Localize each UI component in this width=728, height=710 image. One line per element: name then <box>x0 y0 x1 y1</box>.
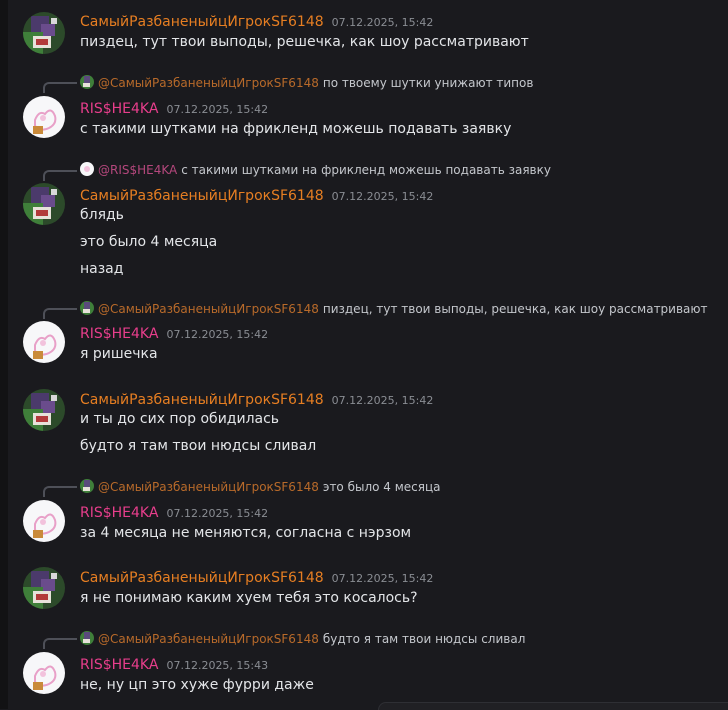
author-name[interactable]: СамыйРазбаненыйцИгрокSF6148 <box>80 392 324 408</box>
timestamp: 07.12.2025, 15:42 <box>331 394 434 407</box>
avatar[interactable] <box>23 652 65 694</box>
message-text: с такими шутками на фрикленд можешь пода… <box>80 121 512 137</box>
message-text: я ришечка <box>80 346 158 362</box>
message-header: СамыйРазбаненыйцИгрокSF6148 07.12.2025, 1… <box>80 185 433 205</box>
timestamp: 07.12.2025, 15:42 <box>166 507 269 520</box>
message-text: назад <box>80 261 124 277</box>
author-name[interactable]: СамыйРазбаненыйцИгрокSF6148 <box>80 570 324 586</box>
reply-avatar <box>80 479 94 493</box>
reply-text: будто я там твои нюдсы сливал <box>322 632 526 646</box>
reply-reference[interactable]: @СамыйРазбаненыйцИгрокSF6148 по твоему шу… <box>80 75 533 91</box>
timestamp: 07.12.2025, 15:42 <box>331 572 434 585</box>
author-name[interactable]: RIS$HE4KA <box>80 101 158 117</box>
message-header: СамыйРазбаненыйцИгрокSF6148 07.12.2025, 1… <box>80 389 433 409</box>
reply-mention[interactable]: @RIS$HE4KA <box>98 163 177 177</box>
author-name[interactable]: RIS$HE4KA <box>80 505 158 521</box>
reply-connector <box>43 308 77 319</box>
timestamp: 07.12.2025, 15:43 <box>166 659 269 672</box>
reply-connector <box>43 638 77 649</box>
avatar[interactable] <box>23 500 65 542</box>
reply-avatar <box>80 162 94 176</box>
reply-mention[interactable]: @СамыйРазбаненыйцИгрокSF6148 <box>98 632 319 646</box>
message-header: СамыйРазбаненыйцИгрокSF6148 07.12.2025, 1… <box>80 567 433 587</box>
message-text: блядь <box>80 207 124 223</box>
avatar[interactable] <box>23 183 65 225</box>
reply-connector <box>43 486 77 497</box>
reply-mention[interactable]: @СамыйРазбаненыйцИгрокSF6148 <box>98 302 319 316</box>
reply-text: с такими шутками на фрикленд можешь пода… <box>181 163 551 177</box>
avatar[interactable] <box>23 567 65 609</box>
avatar[interactable] <box>23 389 65 431</box>
message-text: это было 4 месяца <box>80 234 218 250</box>
avatar[interactable] <box>23 96 65 138</box>
timestamp: 07.12.2025, 15:42 <box>331 16 434 29</box>
reply-connector <box>43 170 77 181</box>
message-text: и ты до сих пор обидилась <box>80 411 280 427</box>
reply-text: пиздец, тут твои выподы, решечка, как шо… <box>322 302 708 316</box>
avatar[interactable] <box>23 12 65 54</box>
message-text: будто я там твои нюдсы сливал <box>80 438 317 454</box>
reply-reference[interactable]: @СамыйРазбаненыйцИгрокSF6148 это было 4 м… <box>80 479 441 495</box>
message-header: RIS$HE4KA 07.12.2025, 15:43 <box>80 654 268 674</box>
reply-avatar <box>80 631 94 645</box>
reply-avatar <box>80 75 94 89</box>
reply-reference[interactable]: @RIS$HE4KA с такими шутками на фрикленд м… <box>80 162 551 178</box>
author-name[interactable]: СамыйРазбаненыйцИгрокSF6148 <box>80 14 324 30</box>
avatar[interactable] <box>23 321 65 363</box>
reply-mention[interactable]: @СамыйРазбаненыйцИгрокSF6148 <box>98 76 319 90</box>
message-text: за 4 месяца не меняются, согласна с нэрз… <box>80 525 412 541</box>
author-name[interactable]: RIS$HE4KA <box>80 326 158 342</box>
author-name[interactable]: СамыйРазбаненыйцИгрокSF6148 <box>80 188 324 204</box>
left-panel-edge <box>0 0 8 709</box>
message-text: я не понимаю каким хуем тебя это косалос… <box>80 590 418 606</box>
chat-messages: СамыйРазбаненыйцИгрокSF6148 07.12.2025, 1… <box>8 0 728 710</box>
reply-text: это было 4 месяца <box>322 480 441 494</box>
reply-mention[interactable]: @СамыйРазбаненыйцИгрокSF6148 <box>98 480 319 494</box>
timestamp: 07.12.2025, 15:42 <box>166 328 269 341</box>
timestamp: 07.12.2025, 15:42 <box>331 190 434 203</box>
message-text: не, ну цп это хуже фурри даже <box>80 677 314 693</box>
message-header: RIS$HE4KA 07.12.2025, 15:42 <box>80 98 268 118</box>
timestamp: 07.12.2025, 15:42 <box>166 103 269 116</box>
author-name[interactable]: RIS$HE4KA <box>80 657 158 673</box>
reply-reference[interactable]: @СамыйРазбаненыйцИгрокSF6148 пиздец, тут … <box>80 301 708 317</box>
message-header: RIS$HE4KA 07.12.2025, 15:42 <box>80 323 268 343</box>
reply-connector <box>43 82 77 93</box>
reply-reference[interactable]: @СамыйРазбаненыйцИгрокSF6148 будто я там … <box>80 631 525 647</box>
message-text: пиздец, тут твои выподы, решечка, как шо… <box>80 34 529 50</box>
message-header: RIS$HE4KA 07.12.2025, 15:42 <box>80 502 268 522</box>
message-header: СамыйРазбаненыйцИгрокSF6148 07.12.2025, 1… <box>80 11 433 31</box>
reply-avatar <box>80 301 94 315</box>
reply-text: по твоему шутки унижают типов <box>322 76 534 90</box>
